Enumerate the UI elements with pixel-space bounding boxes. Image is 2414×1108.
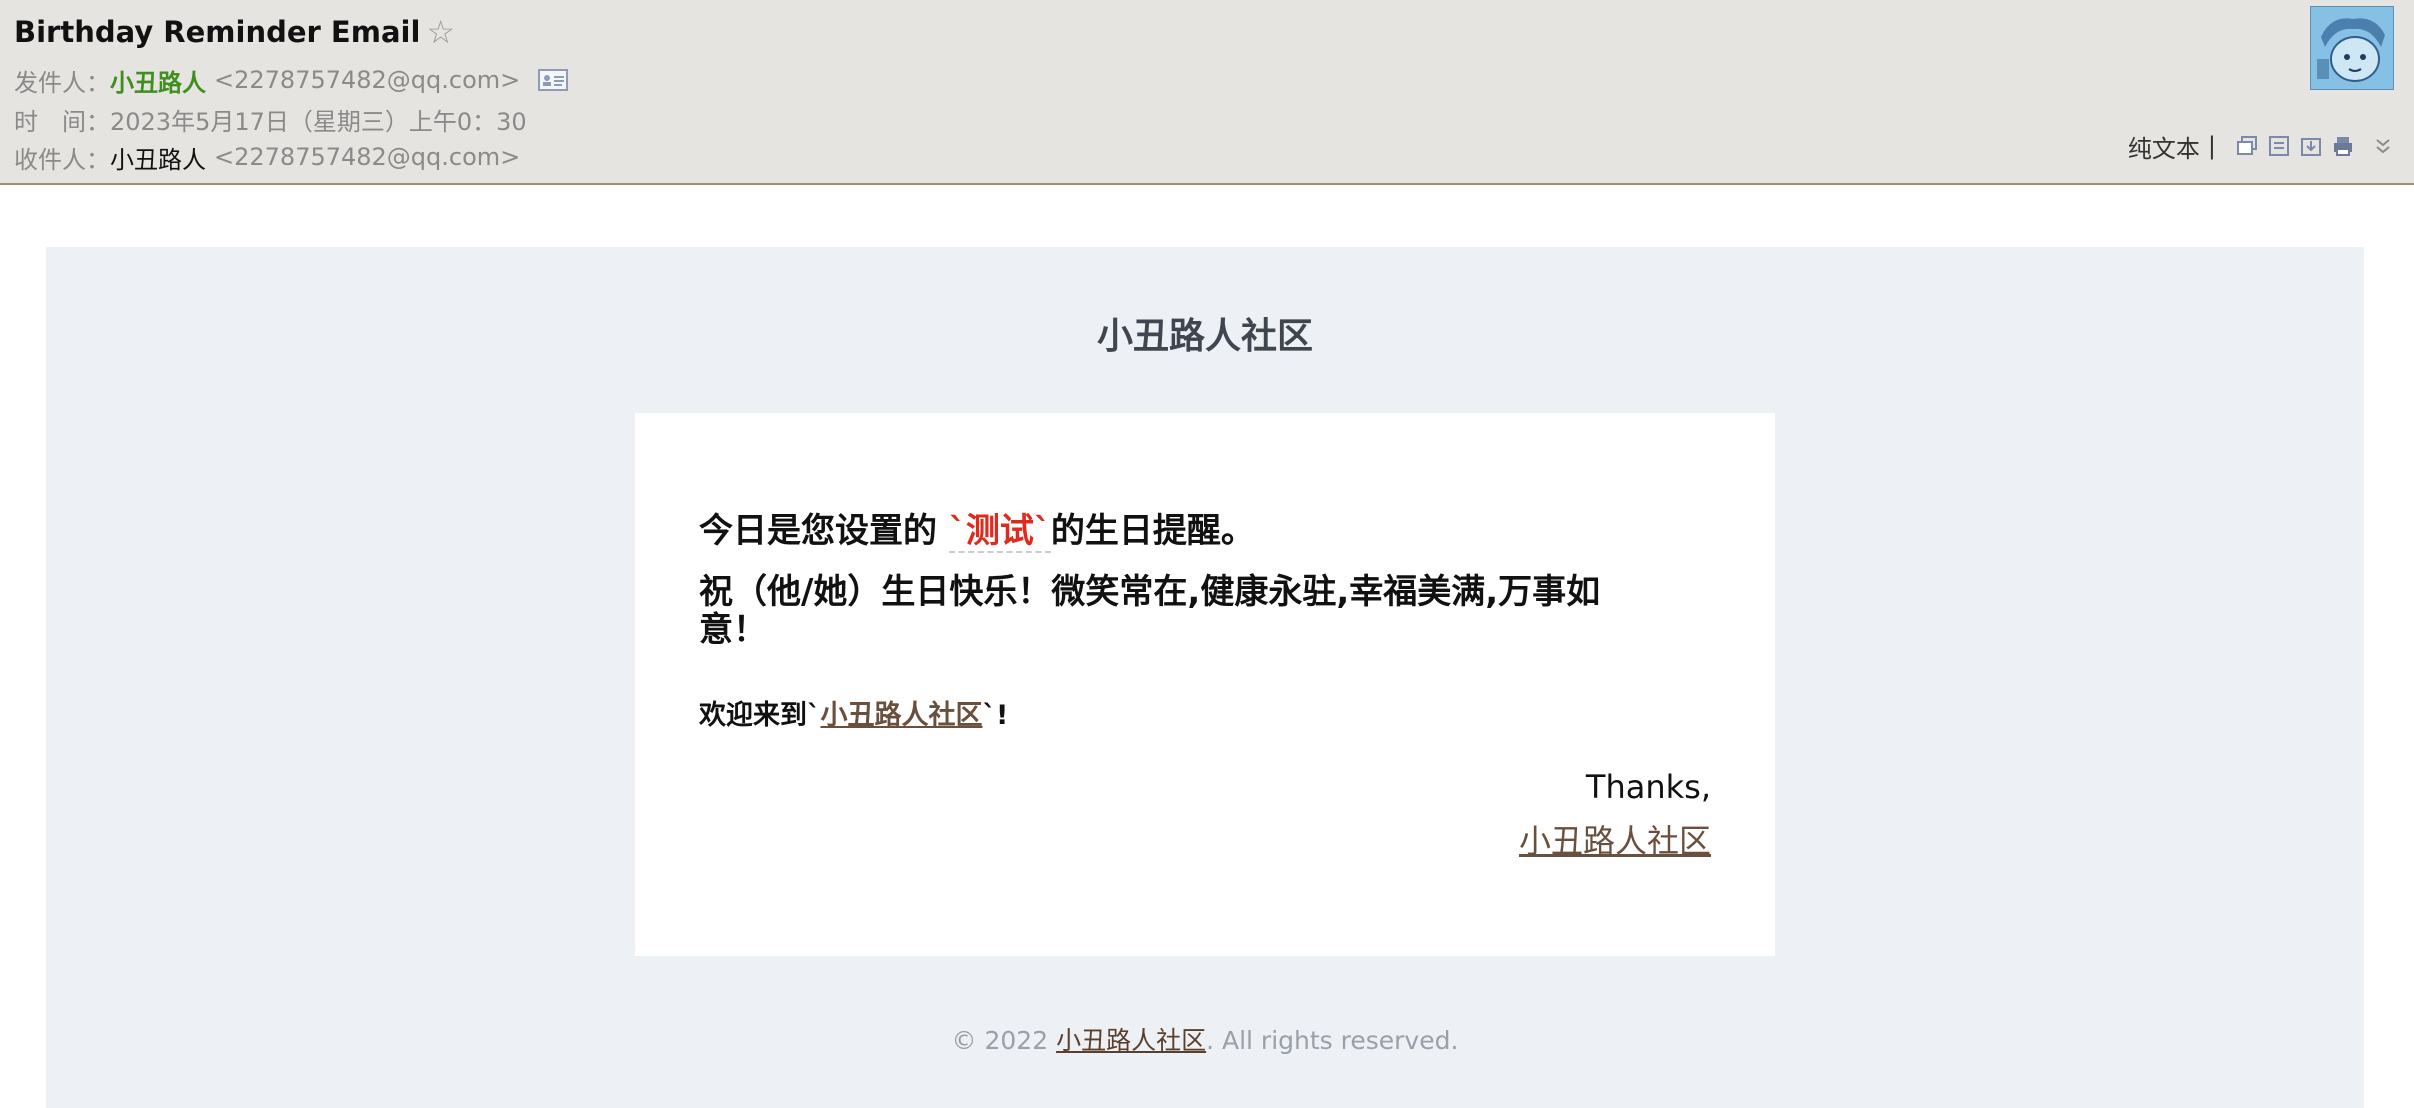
new-window-icon[interactable] — [2236, 135, 2258, 157]
footer-prefix: © 2022 — [951, 1026, 1057, 1055]
avatar[interactable] — [2310, 6, 2394, 90]
time-label: 时 间： — [14, 107, 110, 136]
recipient-label: 收件人： — [14, 145, 110, 174]
community-title: 小丑路人社区 — [1096, 316, 1313, 357]
subject-row: Birthday Reminder Email ☆ — [14, 12, 455, 52]
recipient-row: 收件人： 小丑路人 <2278757482@qq.com> — [14, 139, 520, 175]
print-icon[interactable] — [2332, 135, 2354, 157]
message-toolbar: 纯文本 | — [2128, 129, 2394, 164]
sender-label: 发件人： — [14, 68, 110, 97]
reminder-line: 今日是您设置的 `测试`的生日提醒。 — [699, 503, 1255, 553]
signature: 小丑路人社区 — [1519, 816, 1711, 862]
reminder-prefix: 今日是您设置的 — [699, 511, 949, 551]
email-header: Birthday Reminder Email ☆ 发件人： 小丑路人 <227… — [0, 0, 2414, 185]
download-icon[interactable] — [2300, 135, 2322, 157]
plain-text-button[interactable]: 纯文本 — [2128, 129, 2200, 164]
welcome-line: 欢迎来到`小丑路人社区`! — [699, 693, 1008, 732]
toolbar-separator: | — [2207, 132, 2216, 160]
expand-icon[interactable] — [2372, 135, 2394, 157]
footer-link[interactable]: 小丑路人社区 — [1056, 1026, 1206, 1055]
footer-suffix: . All rights reserved. — [1206, 1026, 1459, 1055]
welcome-prefix: 欢迎来到` — [699, 700, 821, 731]
sender-row: 发件人： 小丑路人 <2278757482@qq.com> — [14, 62, 569, 98]
welcome-suffix: `! — [982, 700, 1009, 731]
sender-name[interactable]: 小丑路人 — [110, 63, 206, 98]
community-link[interactable]: 小丑路人社区 — [821, 700, 983, 731]
thanks-text: Thanks, — [1585, 768, 1711, 806]
time-value: 2023年5月17日（星期三）上午0：30 — [110, 107, 527, 136]
content-card: 今日是您设置的 `测试`的生日提醒。 祝（他/她）生日快乐！微笑常在,健康永驻,… — [635, 413, 1775, 956]
email-subject: Birthday Reminder Email — [14, 15, 421, 49]
time-row: 时 间： 2023年5月17日（星期三）上午0：30 — [14, 101, 527, 137]
reminder-highlight: `测试` — [948, 511, 1051, 553]
footer: © 2022 小丑路人社区. All rights reserved. — [46, 1021, 2364, 1057]
sender-address: <2278757482@qq.com> — [214, 66, 521, 94]
reminder-suffix: 的生日提醒。 — [1050, 511, 1255, 551]
email-body: 小丑路人社区 今日是您设置的 `测试`的生日提醒。 祝（他/她）生日快乐！微笑常… — [46, 247, 2364, 1108]
signature-link[interactable]: 小丑路人社区 — [1519, 822, 1711, 860]
star-icon[interactable]: ☆ — [426, 16, 455, 48]
recipient-name[interactable]: 小丑路人 — [110, 140, 206, 175]
wish-line: 祝（他/她）生日快乐！微笑常在,健康永驻,幸福美满,万事如意！ — [699, 572, 1601, 650]
view-icon[interactable] — [2268, 135, 2290, 157]
recipient-address: <2278757482@qq.com> — [214, 143, 521, 171]
contact-card-icon[interactable] — [538, 68, 569, 92]
